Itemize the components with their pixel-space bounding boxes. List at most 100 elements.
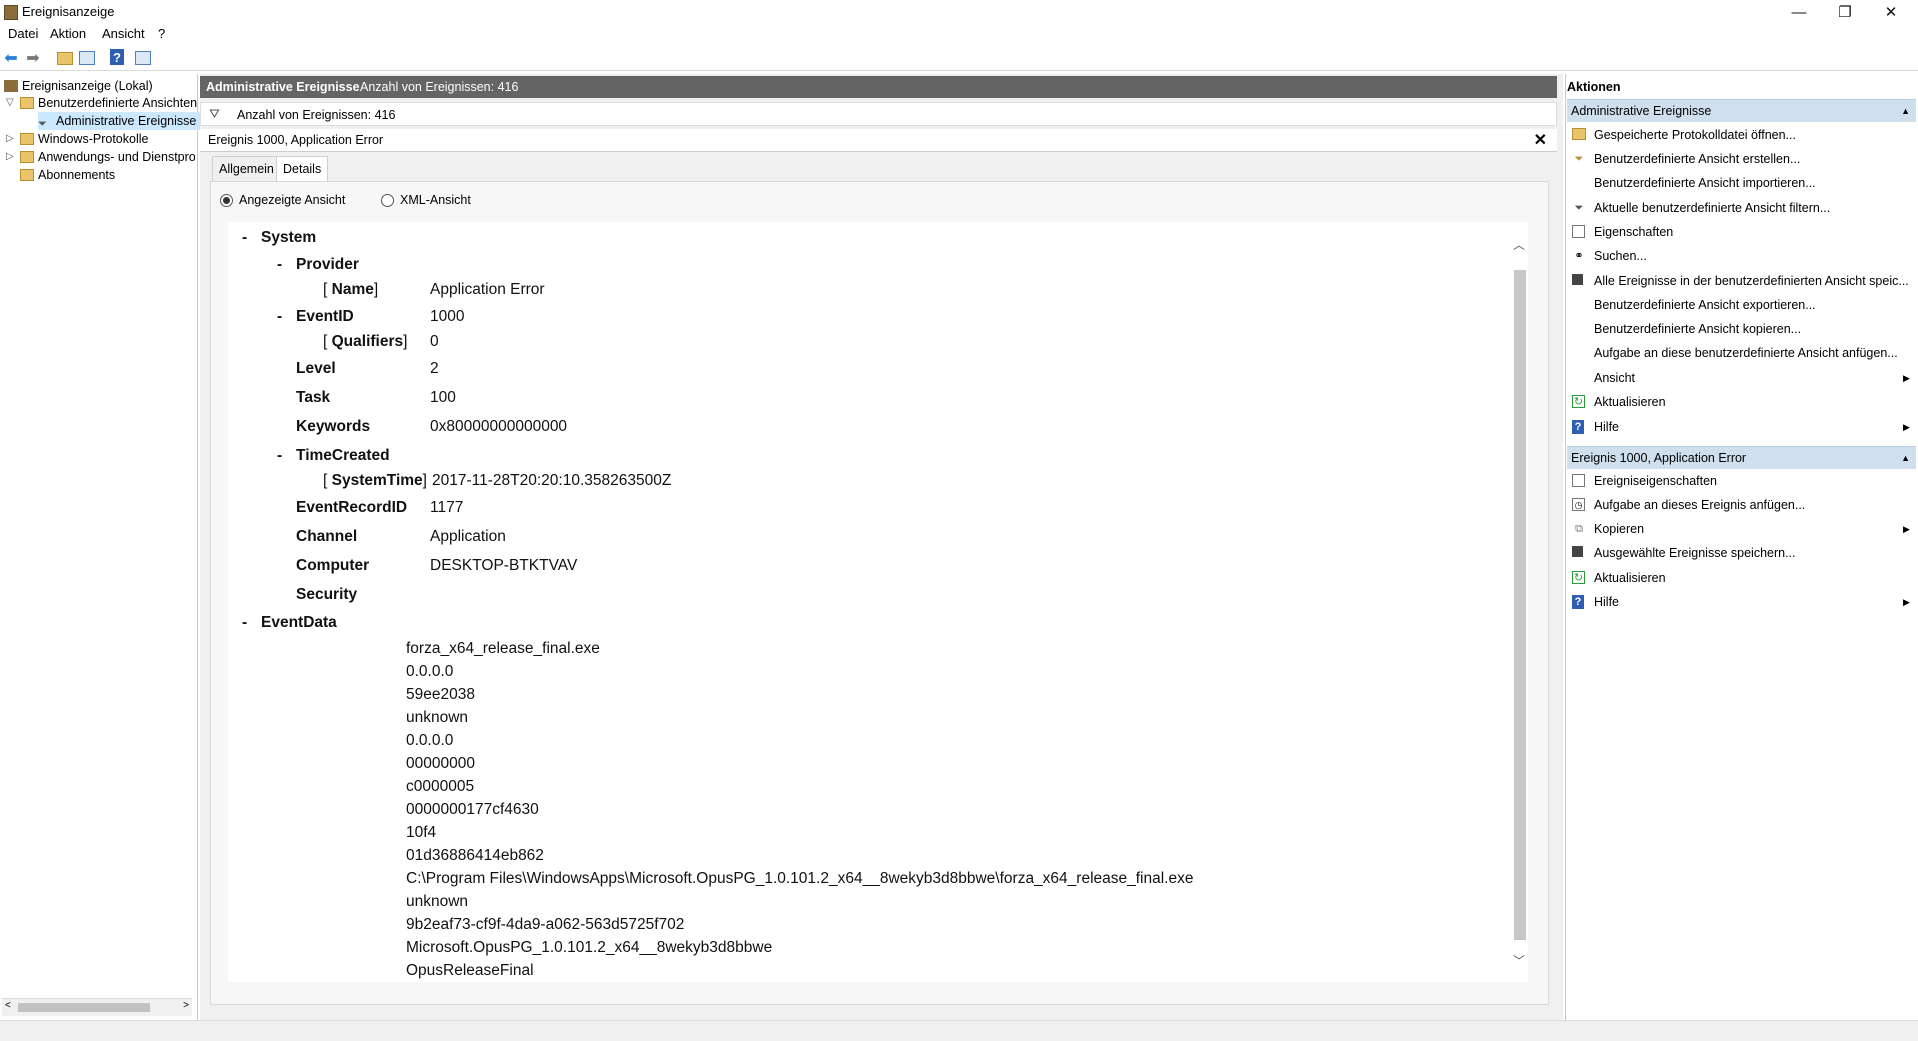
scroll-thumb[interactable] bbox=[1514, 270, 1526, 940]
radio-label: Angezeigte Ansicht bbox=[239, 193, 346, 207]
expand-chevron-icon[interactable]: ▷ bbox=[6, 151, 14, 162]
radio-xml-view[interactable]: XML-Ansicht bbox=[381, 193, 471, 207]
forward-arrow-icon[interactable]: ➡ bbox=[24, 49, 42, 67]
scroll-up-icon[interactable]: ︿ bbox=[1513, 236, 1525, 253]
radio-friendly-view[interactable]: Angezeigte Ansicht bbox=[220, 193, 345, 207]
eventdata-value: forza_x64_release_final.exe bbox=[406, 640, 600, 657]
tree-label: Anwendungs- und Dienstprotokolle bbox=[38, 150, 195, 164]
tree-item-event-viewer-local[interactable]: Ereignisanzeige (Lokal) bbox=[4, 77, 153, 95]
show-hide-tree-icon[interactable] bbox=[78, 49, 96, 67]
tree-item-administrative-events[interactable]: ⏷ Administrative Ereignisse bbox=[38, 112, 201, 130]
tree-item-custom-views[interactable]: Benutzerdefinierte Ansichten bbox=[20, 94, 197, 112]
collapse-up-icon[interactable]: ▲ bbox=[1901, 100, 1910, 122]
filter-bar: ⛛ Anzahl von Ereignissen: 416 bbox=[200, 102, 1557, 126]
action-label: Aufgabe an diese benutzerdefinierte Ansi… bbox=[1594, 346, 1898, 360]
radio-unselected-icon bbox=[381, 193, 394, 207]
tree-item-windows-logs[interactable]: Windows-Protokolle bbox=[20, 130, 148, 148]
copy-icon: ⧉ bbox=[1575, 523, 1583, 535]
attr-name-key: Name bbox=[331, 281, 374, 298]
collapse-chevron-icon[interactable]: ▽ bbox=[6, 97, 14, 108]
binoculars-icon: ⚭ bbox=[1574, 250, 1584, 262]
node-level: Level bbox=[296, 360, 336, 377]
folder-icon bbox=[20, 133, 34, 145]
eventdata-value: c0000005 bbox=[406, 778, 475, 795]
scroll-down-icon[interactable]: ﹀ bbox=[1513, 952, 1525, 969]
menu-ansicht[interactable]: Ansicht bbox=[102, 26, 145, 41]
task-icon: ◷ bbox=[1572, 498, 1585, 511]
attr-systemtime: [ SystemTime] bbox=[323, 472, 427, 489]
event-viewer-app-icon bbox=[4, 5, 18, 20]
tree-horizontal-scrollbar[interactable]: < > bbox=[2, 998, 192, 1016]
details-vertical-scrollbar[interactable]: ︿ ﹀ bbox=[1510, 222, 1528, 982]
tree-label: Ereignisanzeige (Lokal) bbox=[22, 79, 153, 93]
channel-value: Application bbox=[430, 528, 506, 545]
folder-icon bbox=[20, 97, 34, 109]
close-window-button[interactable]: ✕ bbox=[1868, 0, 1914, 24]
tab-allgemein[interactable]: Allgemein bbox=[212, 156, 281, 181]
tree-item-subscriptions[interactable]: Abonnements bbox=[20, 166, 115, 184]
maximize-button[interactable]: ❐ bbox=[1822, 0, 1868, 24]
tree-item-app-service-logs[interactable]: Anwendungs- und Dienstprotokolle bbox=[20, 148, 195, 166]
view-header: Administrative Ereignisse Anzahl von Ere… bbox=[200, 76, 1557, 98]
up-folder-icon[interactable] bbox=[56, 49, 74, 67]
refresh-icon: ↻ bbox=[1572, 395, 1585, 408]
folder-icon bbox=[20, 169, 34, 181]
attr-qualifiers-key: Qualifiers bbox=[331, 333, 404, 350]
eventdata-value: 9b2eaf73-cf9f-4da9-a062-563d5725f702 bbox=[406, 916, 685, 933]
tree-label: Windows-Protokolle bbox=[38, 132, 149, 146]
toolbar: ⬅ ➡ ? bbox=[0, 46, 1918, 71]
properties-icon bbox=[1572, 225, 1585, 238]
task-value: 100 bbox=[430, 389, 456, 406]
eventdata-value: 00000000 bbox=[406, 755, 475, 772]
section-title: Ereignis 1000, Application Error bbox=[1571, 451, 1747, 465]
collapse-up-icon[interactable]: ▲ bbox=[1901, 447, 1910, 469]
filter-icon: ⏷ bbox=[1574, 153, 1584, 165]
radio-selected-icon bbox=[220, 193, 233, 207]
submenu-arrow-icon: ▶ bbox=[1903, 524, 1910, 534]
node-provider: Provider bbox=[296, 256, 359, 273]
collapse-timecreated-toggle[interactable]: - bbox=[277, 447, 282, 465]
expand-chevron-icon[interactable]: ▷ bbox=[6, 133, 14, 144]
save-icon bbox=[1572, 274, 1583, 285]
properties-icon bbox=[1572, 474, 1585, 487]
menu-help[interactable]: ? bbox=[158, 26, 165, 41]
minimize-button[interactable]: — bbox=[1776, 0, 1822, 24]
show-hide-action-pane-icon[interactable] bbox=[134, 49, 152, 67]
scroll-thumb[interactable] bbox=[18, 1003, 150, 1012]
action-label: Hilfe bbox=[1594, 595, 1620, 609]
action-label: Ansicht bbox=[1594, 371, 1635, 385]
filter-icon: ⏷ bbox=[38, 118, 47, 130]
eventdata-value: C:\Program Files\WindowsApps\Microsoft.O… bbox=[406, 870, 1194, 887]
actions-title: Aktionen bbox=[1567, 76, 1916, 98]
attr-qualifiers: [ Qualifiers] bbox=[323, 333, 408, 350]
collapse-system-toggle[interactable]: - bbox=[242, 229, 247, 247]
actions-section-admin-events[interactable]: Administrative Ereignisse ▲ bbox=[1567, 99, 1916, 122]
node-eventrecordid: EventRecordID bbox=[296, 499, 408, 516]
scroll-right-icon[interactable]: > bbox=[183, 1000, 189, 1011]
node-keywords: Keywords bbox=[296, 418, 371, 435]
action-label: Gespeicherte Protokolldatei öffnen... bbox=[1594, 128, 1796, 142]
menu-datei[interactable]: Datei bbox=[8, 26, 38, 41]
actions-section-event[interactable]: Ereignis 1000, Application Error ▲ bbox=[1567, 446, 1916, 469]
refresh-icon: ↻ bbox=[1572, 571, 1585, 584]
tab-details[interactable]: Details bbox=[276, 156, 329, 181]
node-task: Task bbox=[296, 389, 331, 406]
back-arrow-icon[interactable]: ⬅ bbox=[2, 49, 20, 67]
tree-label: Administrative Ereignisse bbox=[56, 114, 197, 128]
title-bar: Ereignisanzeige — ❐ ✕ bbox=[0, 0, 1918, 24]
folder-icon bbox=[20, 151, 34, 163]
help-icon[interactable]: ? bbox=[110, 49, 124, 65]
scroll-left-icon[interactable]: < bbox=[5, 1000, 11, 1011]
close-detail-icon[interactable]: ✕ bbox=[1534, 130, 1547, 150]
action-label: Alle Ereignisse in der benutzerdefiniert… bbox=[1594, 274, 1909, 288]
action-label: Benutzerdefinierte Ansicht kopieren... bbox=[1594, 322, 1802, 336]
event-detail-header: Ereignis 1000, Application Error ✕ bbox=[200, 129, 1557, 152]
collapse-eventid-toggle[interactable]: - bbox=[277, 308, 282, 326]
collapse-provider-toggle[interactable]: - bbox=[277, 256, 282, 274]
menu-aktion[interactable]: Aktion bbox=[50, 26, 86, 41]
collapse-eventdata-toggle[interactable]: - bbox=[242, 614, 247, 632]
action-label: Aktuelle benutzerdefinierte Ansicht filt… bbox=[1594, 201, 1831, 215]
tree-label: Benutzerdefinierte Ansichten bbox=[38, 96, 198, 110]
node-eventid: EventID bbox=[296, 308, 354, 325]
eventdata-value: 0000000177cf4630 bbox=[406, 801, 539, 818]
